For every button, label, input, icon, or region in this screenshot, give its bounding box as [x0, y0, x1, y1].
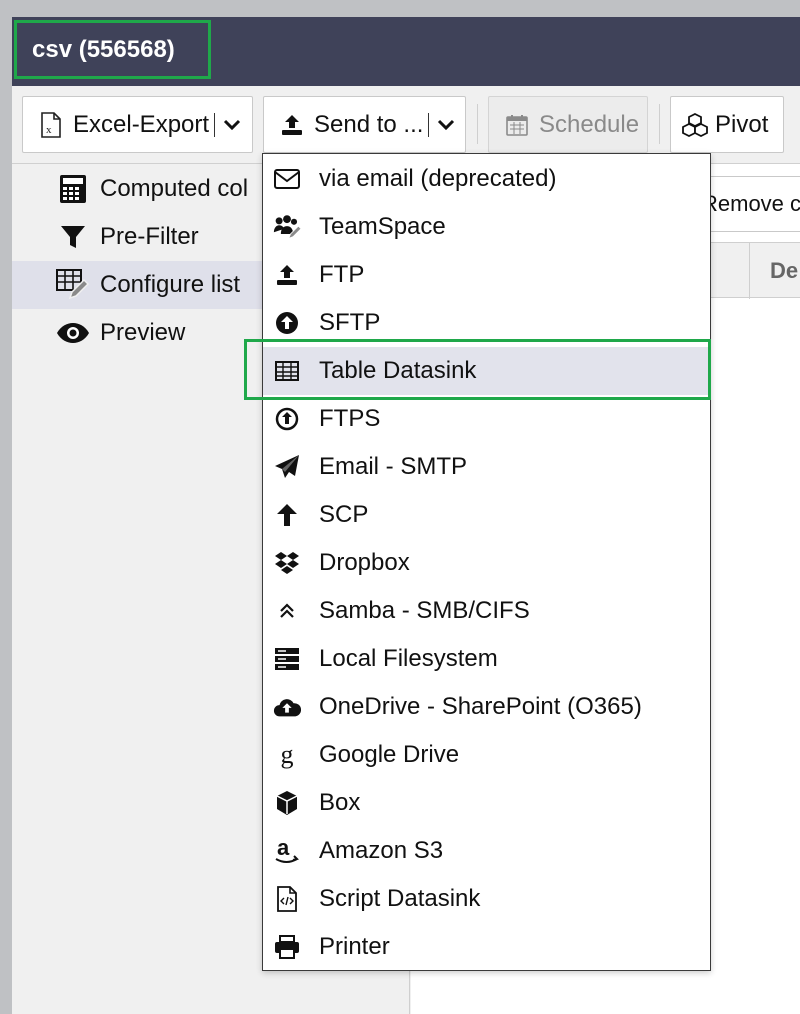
cubes-icon	[681, 111, 709, 139]
server-icon	[273, 645, 301, 673]
circle-up-icon	[273, 309, 301, 337]
menu-item-label: Amazon S3	[319, 837, 444, 864]
menu-item-label: Table Datasink	[319, 357, 477, 384]
menu-item-label: via email (deprecated)	[319, 165, 557, 192]
menu-item-label: Dropbox	[319, 549, 410, 576]
menu-item-label: Email - SMTP	[319, 453, 468, 480]
menu-item-label: Script Datasink	[319, 885, 481, 912]
paper-plane-icon	[273, 453, 301, 481]
excel-file-icon: x	[37, 111, 65, 139]
users-edit-icon	[273, 213, 301, 241]
schedule-button[interactable]: Schedule	[488, 96, 648, 153]
send-to-label: Send to ...	[314, 110, 424, 138]
sidebar-item-label: Preview	[100, 319, 186, 346]
filter-icon	[56, 220, 90, 254]
menu-item-label: FTPS	[319, 405, 381, 432]
menu-item-label: Local Filesystem	[319, 645, 498, 672]
dropbox-icon	[273, 549, 301, 577]
circle-up-outline-icon	[273, 405, 301, 433]
title-bar: csv (556568)	[12, 17, 800, 86]
excel-export-button[interactable]: x Excel-Export	[22, 96, 253, 153]
upload-icon	[273, 261, 301, 289]
schedule-label: Schedule	[539, 110, 640, 138]
chevron-down-icon[interactable]	[221, 119, 243, 131]
menu-item-email-smtp[interactable]: Email - SMTP	[263, 443, 710, 491]
remove-button-label: Remove c	[702, 191, 800, 216]
svg-text:x: x	[46, 124, 52, 136]
menu-item-scp[interactable]: SCP	[263, 491, 710, 539]
menu-item-label: Samba - SMB/CIFS	[319, 597, 530, 624]
menu-item-box[interactable]: Box	[263, 779, 710, 827]
google-icon: g	[280, 740, 294, 769]
svg-text:a: a	[277, 837, 290, 860]
menu-item-amazon-s3[interactable]: a Amazon S3	[263, 827, 710, 875]
menu-item-label: Printer	[319, 933, 390, 960]
eye-icon	[56, 316, 90, 350]
cube-icon	[273, 789, 301, 817]
menu-item-script-datasink[interactable]: Script Datasink	[263, 875, 710, 923]
table-header: De	[701, 242, 800, 299]
menu-item-samba[interactable]: Samba - SMB/CIFS	[263, 587, 710, 635]
menu-item-label: FTP	[319, 261, 365, 288]
envelope-icon	[273, 165, 301, 193]
send-to-dropdown-menu: via email (deprecated) TeamSpace FTP SFT…	[262, 153, 711, 971]
menu-item-label: SFTP	[319, 309, 381, 336]
printer-icon	[273, 933, 301, 961]
menu-item-google-drive[interactable]: g Google Drive	[263, 731, 710, 779]
double-chevron-up-icon	[273, 597, 301, 625]
calculator-icon	[56, 172, 90, 206]
menu-item-onedrive[interactable]: OneDrive - SharePoint (O365)	[263, 683, 710, 731]
menu-item-ftps[interactable]: FTPS	[263, 395, 710, 443]
menu-item-label: OneDrive - SharePoint (O365)	[319, 693, 642, 720]
menu-item-label: SCP	[319, 501, 369, 528]
sidebar-item-label: Pre-Filter	[100, 223, 199, 250]
window-title: csv (556568)	[32, 36, 175, 63]
cloud-upload-icon	[273, 693, 301, 721]
menu-item-printer[interactable]: Printer	[263, 923, 710, 971]
menu-item-sftp[interactable]: SFTP	[263, 299, 710, 347]
menu-item-label: Google Drive	[319, 741, 460, 768]
calendar-icon	[503, 111, 531, 139]
menu-item-ftp[interactable]: FTP	[263, 251, 710, 299]
sidebar-item-label: Computed col	[100, 175, 249, 202]
menu-item-teamspace[interactable]: TeamSpace	[263, 203, 710, 251]
sidebar-item-label: Configure list	[100, 271, 241, 298]
arrow-up-icon	[273, 501, 301, 529]
menu-item-label: TeamSpace	[319, 213, 446, 240]
menu-item-table-datasink[interactable]: Table Datasink	[263, 347, 710, 395]
send-to-button[interactable]: Send to ...	[263, 96, 466, 153]
table-header-cell[interactable]: De	[749, 243, 798, 299]
table-edit-icon	[56, 268, 90, 302]
pivot-label: Pivot	[715, 110, 769, 138]
amazon-icon: a	[273, 837, 301, 865]
menu-item-dropbox[interactable]: Dropbox	[263, 539, 710, 587]
menu-item-local-filesystem[interactable]: Local Filesystem	[263, 635, 710, 683]
pivot-button[interactable]: Pivot	[670, 96, 784, 153]
menu-item-label: Box	[319, 789, 361, 816]
button-divider	[428, 112, 430, 137]
toolbar-separator	[477, 104, 478, 144]
code-file-icon	[273, 885, 301, 913]
upload-icon	[278, 111, 306, 139]
remove-button[interactable]: Remove c	[701, 176, 800, 232]
button-divider	[214, 112, 216, 137]
menu-item-via-email[interactable]: via email (deprecated)	[263, 155, 710, 203]
toolbar-separator	[659, 104, 660, 144]
table-icon	[273, 357, 301, 385]
chevron-down-icon[interactable]	[435, 119, 457, 131]
excel-export-label: Excel-Export	[73, 110, 210, 138]
